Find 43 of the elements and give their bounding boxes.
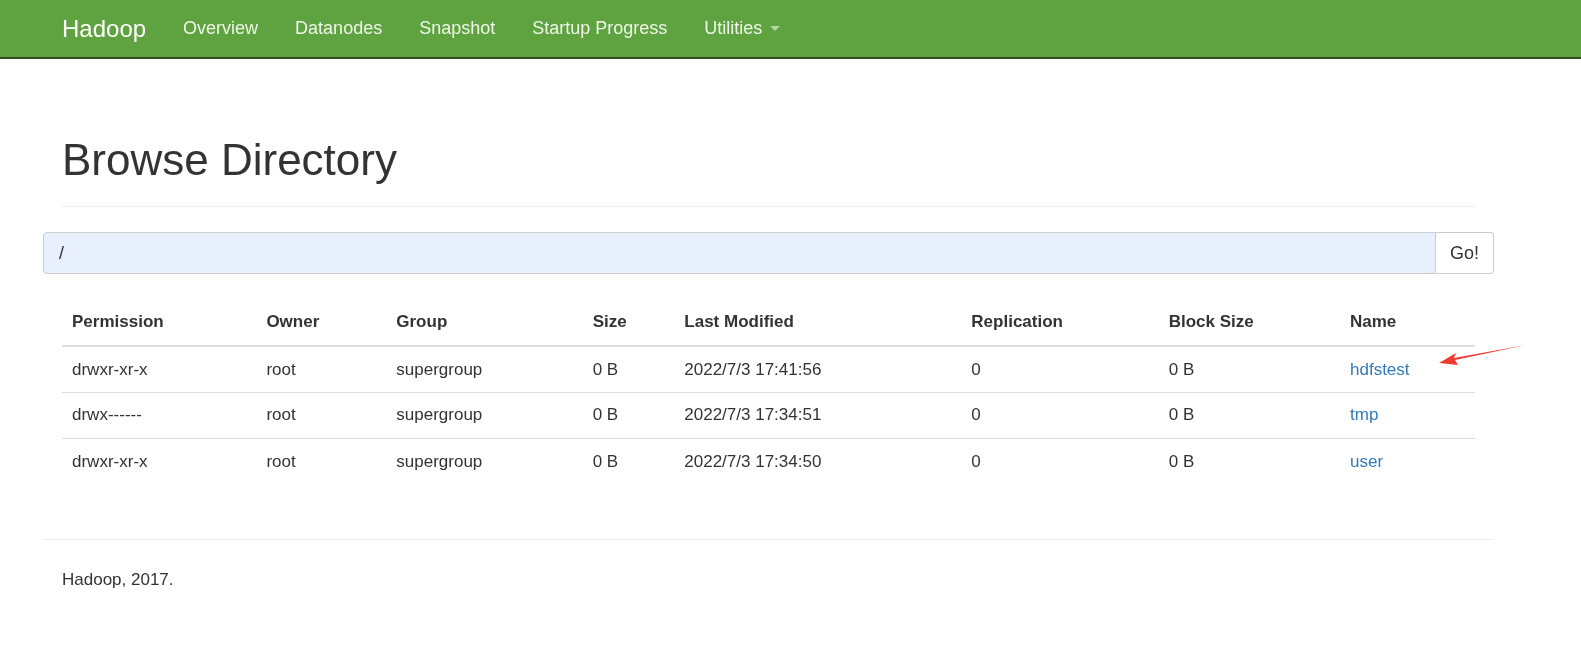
directory-link[interactable]: hdfstest (1350, 359, 1410, 379)
brand-link[interactable]: Hadoop (62, 10, 147, 47)
directory-link[interactable]: tmp (1350, 405, 1379, 425)
table-cell: 0 B (592, 451, 619, 471)
column-header: Name (1340, 299, 1475, 346)
table-cell: supergroup (396, 451, 483, 471)
table-cell: 0 B (592, 405, 619, 425)
column-header: Last Modified (674, 299, 962, 346)
table-cell: root (266, 451, 296, 471)
table-cell: 0 B (1168, 359, 1195, 379)
table-cell: 2022/7/3 17:34:50 (684, 451, 822, 471)
table-cell: drwxr-xr-x (72, 451, 148, 471)
table-cell: 0 (971, 451, 981, 471)
table-cell: 0 (971, 359, 981, 379)
table-cell: 0 B (592, 359, 619, 379)
nav-link[interactable]: Overview (183, 15, 259, 42)
caret-icon (770, 25, 781, 32)
path-field[interactable]: / (43, 232, 1436, 274)
column-header: Block Size (1158, 299, 1340, 346)
nav-link[interactable]: Datanodes (295, 15, 383, 42)
column-header: Group (386, 299, 583, 346)
table-cell: root (266, 359, 296, 379)
column-header: Owner (256, 299, 387, 346)
table-cell: 2022/7/3 17:34:51 (684, 405, 822, 425)
table-cell: 0 B (1168, 451, 1195, 471)
column-header: Replication (961, 299, 1159, 346)
table-cell: 0 B (1168, 405, 1195, 425)
nav-link[interactable]: Startup Progress (532, 15, 668, 42)
table-cell: 2022/7/3 17:41:56 (684, 359, 822, 379)
footer-text: Hadoop, 2017. (62, 569, 175, 591)
column-header: Size (582, 299, 675, 346)
column-header: Permission (62, 299, 257, 346)
table-cell: root (266, 405, 296, 425)
page-heading: Browse Directory (62, 134, 398, 186)
nav-link[interactable]: Utilities (704, 15, 781, 42)
nav-link[interactable]: Snapshot (419, 15, 496, 42)
table-cell: drwxr-xr-x (72, 359, 148, 379)
table-cell: 0 (971, 405, 981, 425)
table-cell: supergroup (396, 405, 483, 425)
directory-link[interactable]: user (1350, 451, 1384, 471)
go-button[interactable]: Go! (1436, 232, 1494, 274)
table-cell: supergroup (396, 359, 483, 379)
table-cell: drwx------ (72, 405, 142, 425)
